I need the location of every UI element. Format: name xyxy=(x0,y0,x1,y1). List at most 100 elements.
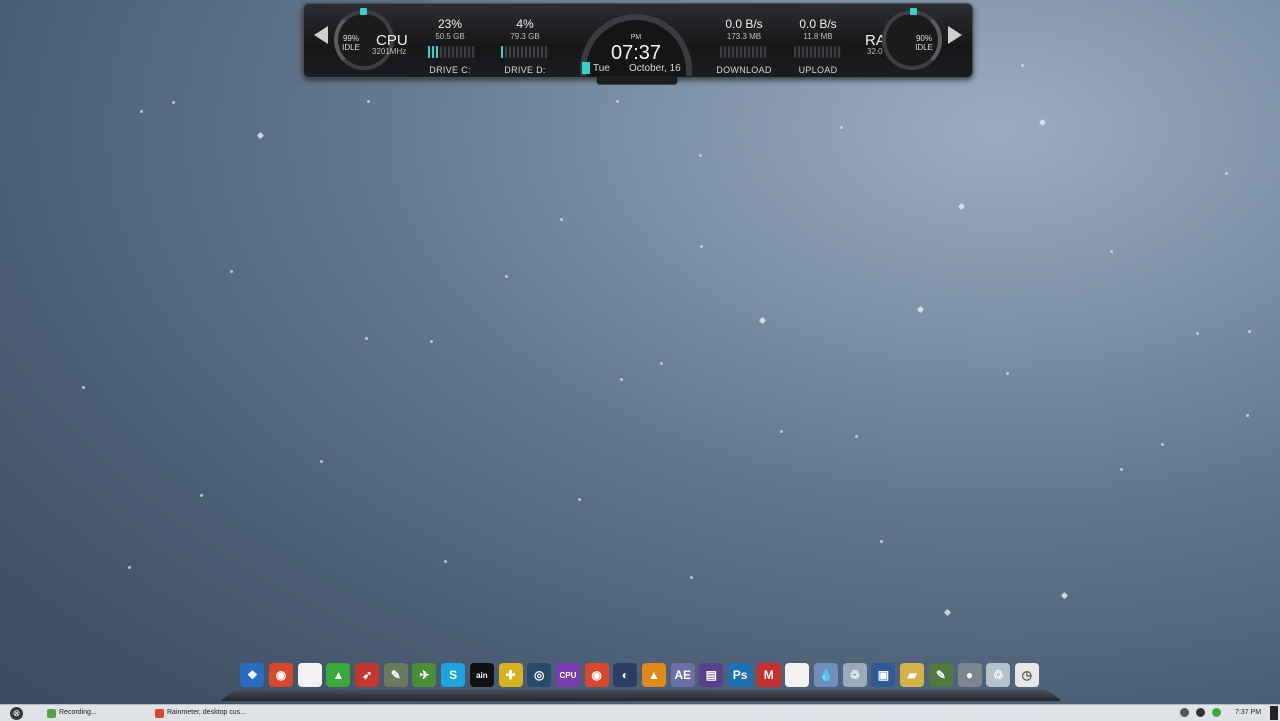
recycle-bin-icon[interactable]: ♲ xyxy=(840,661,869,689)
next-arrow-icon[interactable] xyxy=(948,26,962,44)
snow-particle xyxy=(1225,172,1228,175)
dock-item-glyph: 💧 xyxy=(814,663,839,687)
snow-particle xyxy=(140,110,143,113)
drive-c-label: DRIVE C: xyxy=(429,65,471,75)
tray-clock[interactable]: 7:37 PM xyxy=(1235,705,1261,721)
cpu-frequency: 3201MHz xyxy=(372,47,407,56)
dock-item-glyph: ✚ xyxy=(498,663,523,687)
dock-item-glyph: ❖ xyxy=(240,663,265,687)
snow-particle xyxy=(700,245,703,248)
red-bird-icon[interactable]: ➶ xyxy=(353,661,382,689)
premiere-icon[interactable]: ▤ xyxy=(697,661,726,689)
snow-particle xyxy=(578,498,581,501)
taskbar-item-label: Recording... xyxy=(59,709,97,716)
tray-status-icon[interactable] xyxy=(1212,708,1221,717)
snow-particle xyxy=(1038,118,1047,127)
document-icon[interactable] xyxy=(783,661,812,689)
snow-particle xyxy=(82,386,85,389)
snow-particle xyxy=(758,316,767,325)
water-drop-icon[interactable]: 💧 xyxy=(812,661,841,689)
clock-time: 07:37 xyxy=(610,42,662,64)
show-desktop-button[interactable] xyxy=(1270,706,1278,720)
dock-item-glyph: ◎ xyxy=(527,663,552,687)
snow-particle xyxy=(1196,332,1199,335)
dock-item-glyph: AE xyxy=(670,663,695,687)
cinema4d-icon[interactable]: ◐ xyxy=(611,661,640,689)
puzzle-icon[interactable]: ✚ xyxy=(496,661,525,689)
media-player-icon[interactable]: ◎ xyxy=(525,661,554,689)
download-label: DOWNLOAD xyxy=(716,65,772,75)
taskbar-item-recording[interactable]: Recording... xyxy=(46,706,163,720)
skype-icon[interactable]: S xyxy=(439,661,468,689)
ram-idle-label: IDLE xyxy=(915,43,933,52)
dock-item-glyph: M xyxy=(756,663,781,687)
tray-network-icon[interactable] xyxy=(1180,708,1189,717)
tray-app-icon[interactable] xyxy=(1196,708,1205,717)
dock-item-glyph: ✎ xyxy=(383,663,408,687)
snow-particle xyxy=(367,100,370,103)
snow-particle xyxy=(230,270,233,273)
cpu-idle-label: IDLE xyxy=(342,43,360,52)
snow-particle xyxy=(1006,372,1009,375)
vlc-icon[interactable]: ▲ xyxy=(640,661,669,689)
snow-particle xyxy=(365,337,368,340)
trash-icon[interactable]: ♲ xyxy=(984,661,1013,689)
cpu-z-icon[interactable]: CPU xyxy=(554,661,583,689)
snow-particle xyxy=(1246,414,1249,417)
taskbar-item-browser[interactable]: Rainmeter, desktop cus... xyxy=(154,706,271,720)
clock-ampm: PM xyxy=(630,34,642,41)
dock-item-glyph: ◉ xyxy=(584,663,609,687)
taskbar-item-label: Rainmeter, desktop cus... xyxy=(167,709,246,716)
snow-particle xyxy=(616,100,619,103)
drive-d-meter xyxy=(501,46,549,58)
computer-icon[interactable]: ▣ xyxy=(869,661,898,689)
chrome-icon[interactable]: ◉ xyxy=(267,661,296,689)
image-editor-icon[interactable]: ✎ xyxy=(927,661,956,689)
snow-particle xyxy=(1110,250,1113,253)
malwarebytes-icon[interactable]: M xyxy=(754,661,783,689)
windows-start-icon[interactable]: ❖ xyxy=(238,661,267,689)
snow-particle xyxy=(957,202,966,211)
dock-shelf xyxy=(219,689,1063,701)
cpu-gauge-indicator xyxy=(360,8,367,15)
snow-particle xyxy=(855,435,858,438)
snow-particle xyxy=(1021,64,1024,67)
folder-icon[interactable]: ▰ xyxy=(898,661,927,689)
previous-arrow-icon[interactable] xyxy=(314,26,328,44)
rainmeter-icon[interactable]: ain xyxy=(468,661,497,689)
blank-file-icon[interactable] xyxy=(295,661,324,689)
clock-tab[interactable] xyxy=(596,77,678,85)
dock-item-glyph: ▤ xyxy=(699,663,724,687)
chrome-icon-2[interactable]: ◉ xyxy=(582,661,611,689)
snow-particle xyxy=(128,566,131,569)
snow-particle xyxy=(1161,443,1164,446)
dock-item-glyph xyxy=(785,663,810,687)
disc-icon[interactable]: ● xyxy=(955,661,984,689)
snow-particle xyxy=(840,126,843,129)
dock-item-glyph: ✎ xyxy=(928,663,953,687)
dock-item-glyph: ◷ xyxy=(1014,663,1039,687)
dock-item-glyph: S xyxy=(441,663,466,687)
upload-total: 11.8 MB xyxy=(803,32,833,41)
snow-particle xyxy=(690,576,693,579)
photoshop-icon[interactable]: Ps xyxy=(726,661,755,689)
recording-app-icon xyxy=(47,709,56,718)
after-effects-icon[interactable]: AE xyxy=(668,661,697,689)
dock-item-glyph: CPU xyxy=(555,663,580,687)
cpu-idle-value: 99% xyxy=(342,34,359,43)
notepad-icon[interactable]: ✎ xyxy=(381,661,410,689)
dock-item-glyph: ♲ xyxy=(842,663,867,687)
clock-icon[interactable]: ◷ xyxy=(1013,661,1042,689)
drive-c-size: 50.5 GB xyxy=(435,32,465,41)
snow-particle xyxy=(320,460,323,463)
green-drop-icon[interactable]: ▲ xyxy=(324,661,353,689)
network-globe-icon[interactable]: ✈ xyxy=(410,661,439,689)
start-button[interactable]: ⊗ xyxy=(10,707,23,720)
rainmeter-monitor-bar: 99% IDLE CPU 3201MHz 23% 50.5 GB DRIVE C… xyxy=(303,3,973,85)
dock-item-glyph: ✈ xyxy=(412,663,437,687)
drive-c-meter-fill xyxy=(428,46,440,58)
download-rate: 0.0 B/s xyxy=(725,17,763,31)
snow-particle xyxy=(880,540,883,543)
desktop-wallpaper xyxy=(0,0,1280,720)
clock-dial-indicator xyxy=(582,62,590,74)
